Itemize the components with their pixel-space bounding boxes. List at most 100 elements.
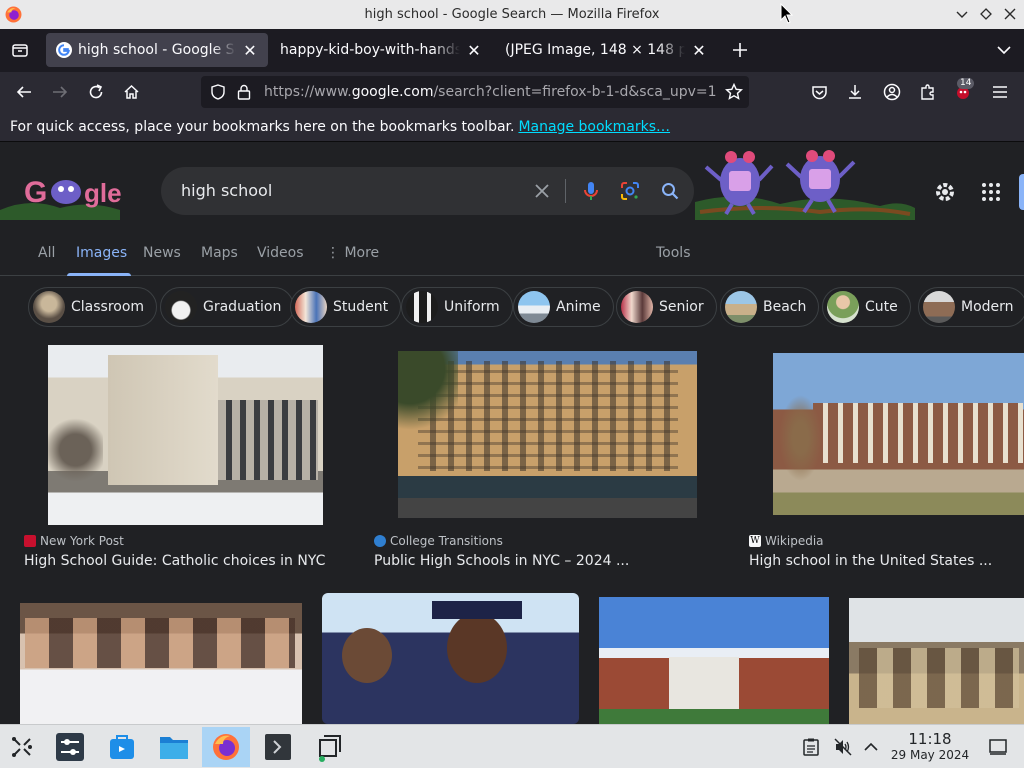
minimize-button[interactable] — [954, 6, 970, 22]
chip-label: Beach — [763, 299, 807, 315]
tab-videos[interactable]: Videos — [257, 245, 304, 261]
tab-more[interactable]: ⋮ More — [326, 245, 379, 261]
tools-button[interactable]: Tools — [656, 245, 691, 261]
chip-anime[interactable]: Anime — [513, 287, 614, 327]
firefox-icon — [213, 734, 239, 760]
result-image[interactable] — [849, 598, 1024, 724]
manage-bookmarks-link[interactable]: Manage bookmarks… — [518, 119, 670, 135]
google-doodle-logo[interactable]: G gle Google — [22, 172, 122, 212]
reload-button[interactable] — [84, 80, 108, 104]
downloads-button[interactable] — [843, 80, 867, 104]
close-tab-icon[interactable]: ✕ — [466, 41, 482, 60]
system-settings-taskbar-button[interactable] — [48, 727, 92, 767]
folder-icon — [160, 737, 188, 759]
list-all-tabs-button[interactable] — [992, 38, 1016, 62]
account-button[interactable] — [880, 80, 904, 104]
image-result[interactable]: New York Post High School Guide: Catholi… — [20, 345, 350, 575]
firefox-taskbar-button[interactable] — [202, 727, 250, 767]
sign-in-button[interactable] — [1019, 174, 1024, 210]
close-tab-icon[interactable]: ✕ — [242, 41, 258, 60]
file-manager-taskbar-button[interactable] — [152, 727, 196, 767]
chip-beach[interactable]: Beach — [720, 287, 820, 327]
apps-grid-icon — [982, 183, 1000, 201]
settings-button[interactable] — [932, 179, 958, 205]
bookmark-star-icon[interactable] — [725, 83, 743, 101]
settings-sliders-icon — [56, 733, 84, 761]
lens-search-button[interactable] — [618, 179, 642, 203]
result-caption[interactable]: High school in the United States ... — [749, 553, 992, 569]
chip-student[interactable]: Student — [290, 287, 402, 327]
tab-images[interactable]: Images — [76, 245, 127, 261]
result-image[interactable] — [48, 345, 323, 525]
show-hidden-icons-button[interactable] — [851, 727, 891, 767]
discover-taskbar-button[interactable] — [100, 727, 144, 767]
extensions-button[interactable] — [916, 80, 940, 104]
close-window-button[interactable] — [1002, 6, 1018, 22]
forward-button[interactable] — [48, 80, 72, 104]
result-image[interactable] — [20, 603, 302, 724]
result-image[interactable] — [599, 597, 829, 724]
result-caption[interactable]: Public High Schools in NYC – 2024 ... — [374, 553, 629, 569]
image-result[interactable] — [322, 593, 579, 724]
close-tab-icon[interactable]: ✕ — [691, 41, 707, 60]
tab-jpeg-image[interactable]: (JPEG Image, 148 × 148 pixels) ✕ — [495, 33, 717, 67]
shield-icon[interactable] — [210, 84, 226, 100]
back-button[interactable] — [12, 80, 36, 104]
chip-graduation[interactable]: Graduation — [160, 287, 295, 327]
search-query[interactable]: high school — [181, 181, 272, 200]
search-box[interactable]: high school — [161, 167, 694, 215]
terminal-taskbar-button[interactable] — [256, 727, 300, 767]
google-apps-button[interactable] — [981, 182, 1001, 202]
tab-news[interactable]: News — [143, 245, 181, 261]
chip-uniform[interactable]: Uniform — [401, 287, 513, 327]
image-result[interactable]: College Transitions Public High Schools … — [370, 345, 730, 575]
firefox-view-button[interactable] — [8, 38, 32, 62]
application-launcher-button[interactable] — [0, 727, 44, 767]
image-result[interactable] — [849, 598, 1024, 724]
chip-thumbnail — [33, 291, 65, 323]
result-image[interactable] — [398, 351, 697, 518]
plus-icon — [733, 43, 747, 57]
home-button[interactable] — [119, 80, 143, 104]
lock-icon[interactable] — [237, 84, 251, 100]
extension-badge: 14 — [957, 78, 975, 89]
volume-muted-icon — [834, 738, 852, 756]
arrow-right-icon — [53, 86, 68, 98]
search-button[interactable] — [658, 179, 682, 203]
digital-clock[interactable]: 11:18 29 May 2024 — [886, 731, 974, 763]
maximize-button[interactable] — [978, 6, 994, 22]
chip-thumbnail — [165, 291, 197, 323]
new-tab-button[interactable] — [728, 38, 752, 62]
account-icon — [883, 83, 901, 101]
chip-classroom[interactable]: Classroom — [28, 287, 158, 327]
window-switcher-taskbar-button[interactable] — [308, 727, 352, 767]
url-text[interactable]: https://www.google.com/search?client=fir… — [264, 84, 716, 100]
chip-label: Graduation — [203, 299, 282, 315]
tab-happy-kid[interactable]: happy-kid-boy-with-hands-thumbs-up ✕ — [270, 33, 492, 67]
clear-search-button[interactable] — [530, 179, 554, 203]
result-image[interactable] — [322, 593, 579, 724]
chip-senior[interactable]: Senior — [616, 287, 717, 327]
tab-google-search[interactable]: high school - Google Search ✕ — [46, 33, 268, 67]
result-caption[interactable]: High School Guide: Catholic choices in N… — [24, 553, 325, 569]
chip-cute[interactable]: Cute — [822, 287, 911, 327]
voice-search-button[interactable] — [579, 179, 603, 203]
image-result[interactable]: W Wikipedia High school in the United St… — [745, 345, 1024, 575]
window-title: high school - Google Search — Mozilla Fi… — [364, 7, 660, 22]
url-bar[interactable]: https://www.google.com/search?client=fir… — [201, 76, 749, 108]
chip-modern[interactable]: Modern — [918, 287, 1024, 327]
image-result[interactable] — [20, 603, 302, 724]
terminal-icon — [265, 734, 291, 760]
result-image[interactable] — [773, 353, 1024, 515]
pocket-button[interactable] — [807, 80, 831, 104]
reload-icon — [89, 84, 103, 99]
tab-maps[interactable]: Maps — [201, 245, 238, 261]
chevron-down-icon — [997, 46, 1011, 55]
pocket-icon — [811, 86, 827, 100]
chip-thumbnail — [725, 291, 757, 323]
tab-all[interactable]: All — [38, 245, 55, 261]
app-menu-button[interactable] — [988, 80, 1012, 104]
show-desktop-icon — [989, 739, 1007, 755]
show-desktop-button[interactable] — [978, 727, 1018, 767]
image-result[interactable] — [599, 597, 829, 724]
